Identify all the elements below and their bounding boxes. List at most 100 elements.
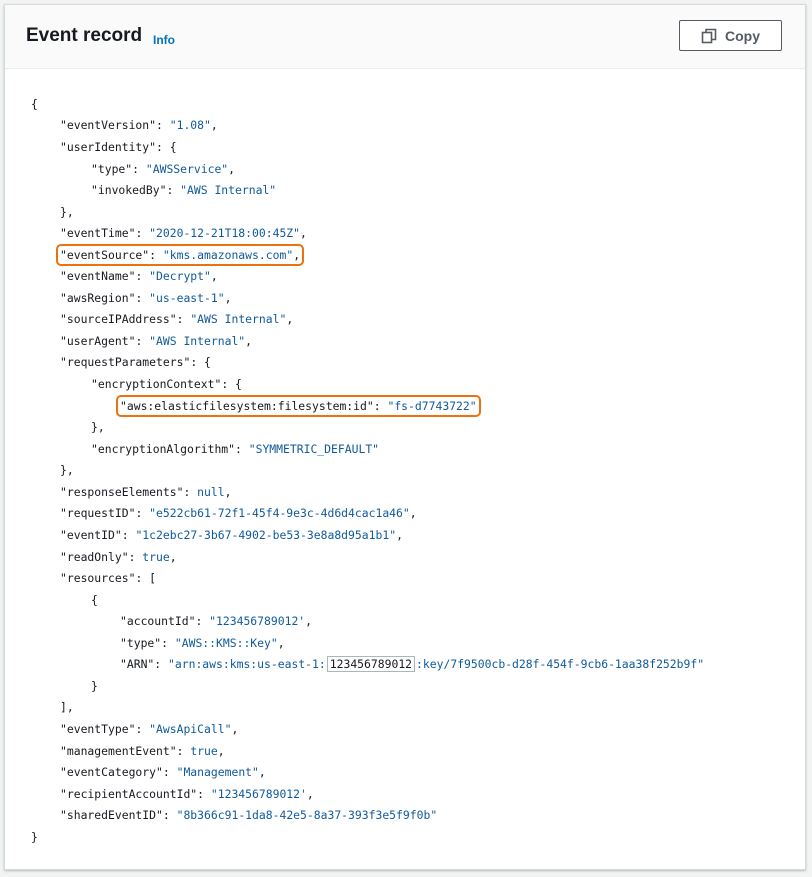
- code-line: },: [91, 416, 105, 438]
- json-key: "ARN": [120, 657, 155, 671]
- code-line: {: [31, 93, 38, 115]
- account-id-redaction: 123456789012: [326, 656, 416, 672]
- code-line: "eventVersion": "1.08",: [60, 118, 218, 132]
- json-key: "invokedBy": [91, 183, 167, 197]
- code-line: },: [60, 459, 74, 481]
- json-value: true: [190, 744, 218, 758]
- highlight-event-source: "eventSource": "kms.amazonaws.com",: [55, 244, 305, 266]
- code-line: "eventCategory": "Management",: [60, 765, 266, 779]
- json-value: "1.08": [169, 118, 211, 132]
- json-punct: }: [31, 830, 38, 844]
- code-line: "recipientAccountId": "123456789012',: [60, 787, 314, 801]
- json-key: "eventSource": [60, 248, 150, 262]
- json-key: "userAgent": [60, 334, 136, 348]
- json-key: "recipientAccountId": [60, 787, 198, 801]
- json-value: "123456789012': [210, 787, 307, 801]
- code-line: "encryptionContext": {: [91, 377, 242, 391]
- code-line: "responseElements": null,: [60, 485, 232, 499]
- json-key: "encryptionContext": [91, 377, 222, 391]
- json-key: "awsRegion": [60, 291, 136, 305]
- json-key: "userIdentity": [60, 140, 157, 154]
- code-line: "requestID": "e522cb61-72f1-45f4-9e3c-4d…: [60, 506, 417, 520]
- json-value: "1c2ebc27-3b67-4902-be53-3e8a8d95a1b1": [135, 528, 397, 542]
- json-key: "readOnly": [60, 550, 129, 564]
- json-value: "Management": [176, 765, 259, 779]
- code-line: "managementEvent": true,: [60, 744, 225, 758]
- code-line: "readOnly": true,: [60, 550, 177, 564]
- code-line: }: [91, 675, 98, 697]
- code-line: "userIdentity": {: [60, 140, 177, 154]
- json-value: "AwsApiCall": [149, 722, 232, 736]
- code-line: "awsRegion": "us-east-1",: [60, 291, 232, 305]
- code-line: "sourceIPAddress": "AWS Internal",: [60, 312, 294, 326]
- json-key: "encryptionAlgorithm": [91, 442, 236, 456]
- code-line: "requestParameters": {: [60, 355, 211, 369]
- json-key: "type": [91, 162, 133, 176]
- page-title: Event record: [26, 25, 143, 46]
- json-value: "AWS Internal": [190, 312, 287, 326]
- copy-icon: [701, 28, 717, 43]
- json-value: "e522cb61-72f1-45f4-9e3c-4d6d4cac1a46": [149, 506, 410, 520]
- code-line: "eventName": "Decrypt",: [60, 269, 218, 283]
- json-key: "requestID": [60, 506, 136, 520]
- code-line: "aws:elasticfilesystem:filesystem:id": "…: [116, 395, 481, 417]
- code-line: "resources": [: [60, 571, 157, 585]
- json-key: "eventName": [60, 269, 136, 283]
- json-punct: }: [91, 679, 98, 693]
- json-value: "us-east-1": [149, 291, 225, 305]
- code-line: "userAgent": "AWS Internal",: [60, 334, 253, 348]
- json-value: "kms.amazonaws.com": [162, 248, 294, 262]
- code-line: {: [91, 589, 98, 611]
- json-punct: {: [91, 593, 98, 607]
- json-key: "accountId": [120, 614, 196, 628]
- code-line: "type": "AWS::KMS::Key",: [120, 636, 285, 650]
- code-line: "eventTime": "2020-12-21T18:00:45Z",: [60, 226, 307, 240]
- json-punct: },: [60, 205, 74, 219]
- code-line: "invokedBy": "AWS Internal": [91, 183, 277, 197]
- code-line: "type": "AWSService",: [91, 162, 236, 176]
- json-value: "8b366c91-1da8-42e5-8a37-393f3e5f9f0b": [176, 808, 438, 822]
- highlight-filesystem-id: "aws:elasticfilesystem:filesystem:id": "…: [116, 395, 481, 417]
- json-key: "eventID": [60, 528, 122, 542]
- json-value: "AWSService": [145, 162, 229, 176]
- code-line: "accountId": "123456789012',: [120, 614, 313, 628]
- json-key: "requestParameters": [60, 355, 191, 369]
- json-value: "AWS Internal": [149, 334, 246, 348]
- json-key: "responseElements": [60, 485, 184, 499]
- json-key: "eventVersion": [60, 118, 157, 132]
- json-value: :key/7f9500cb-d28f-454f-9cb6-1aa38f252b9…: [416, 657, 705, 671]
- json-key: "resources": [60, 571, 136, 585]
- json-value: "Decrypt": [149, 269, 211, 283]
- code-line: ],: [60, 696, 74, 718]
- code-line: "eventSource": "kms.amazonaws.com",: [55, 244, 305, 266]
- json-value: "123456789012': [209, 614, 306, 628]
- code-line: "eventType": "AwsApiCall",: [60, 722, 239, 736]
- json-key: "eventCategory": [60, 765, 163, 779]
- json-key: "sharedEventID": [60, 808, 163, 822]
- json-punct: {: [31, 97, 38, 111]
- code-line: }: [31, 826, 38, 848]
- json-punct: },: [91, 420, 105, 434]
- json-value: "arn:aws:kms:us-east-1:: [168, 657, 326, 671]
- json-value: null: [197, 485, 225, 499]
- event-record-panel: Event record Info Copy { "eventVersion":…: [4, 4, 806, 870]
- json-value: "AWS::KMS::Key": [174, 636, 278, 650]
- json-value: "SYMMETRIC_DEFAULT": [248, 442, 380, 456]
- copy-button-label: Copy: [725, 27, 760, 44]
- json-key: "managementEvent": [60, 744, 177, 758]
- code-line: "ARN": "arn:aws:kms:us-east-1: 1234567890…: [120, 656, 705, 672]
- json-value: true: [142, 550, 170, 564]
- json-key: "eventType": [60, 722, 136, 736]
- json-value: "2020-12-21T18:00:45Z": [149, 226, 301, 240]
- code-line: },: [60, 201, 74, 223]
- json-punct: },: [60, 463, 74, 477]
- code-line: "sharedEventID": "8b366c91-1da8-42e5-8a3…: [60, 808, 438, 822]
- code-line: "eventID": "1c2ebc27-3b67-4902-be53-3e8a…: [60, 528, 403, 542]
- json-punct: [: [149, 571, 157, 585]
- json-punct: ],: [60, 700, 74, 714]
- copy-button[interactable]: Copy: [679, 20, 782, 51]
- json-key: "aws:elasticfilesystem:filesystem:id": [120, 399, 374, 413]
- info-link[interactable]: Info: [153, 33, 175, 47]
- json-key: "sourceIPAddress": [60, 312, 177, 326]
- json-key: "eventTime": [60, 226, 136, 240]
